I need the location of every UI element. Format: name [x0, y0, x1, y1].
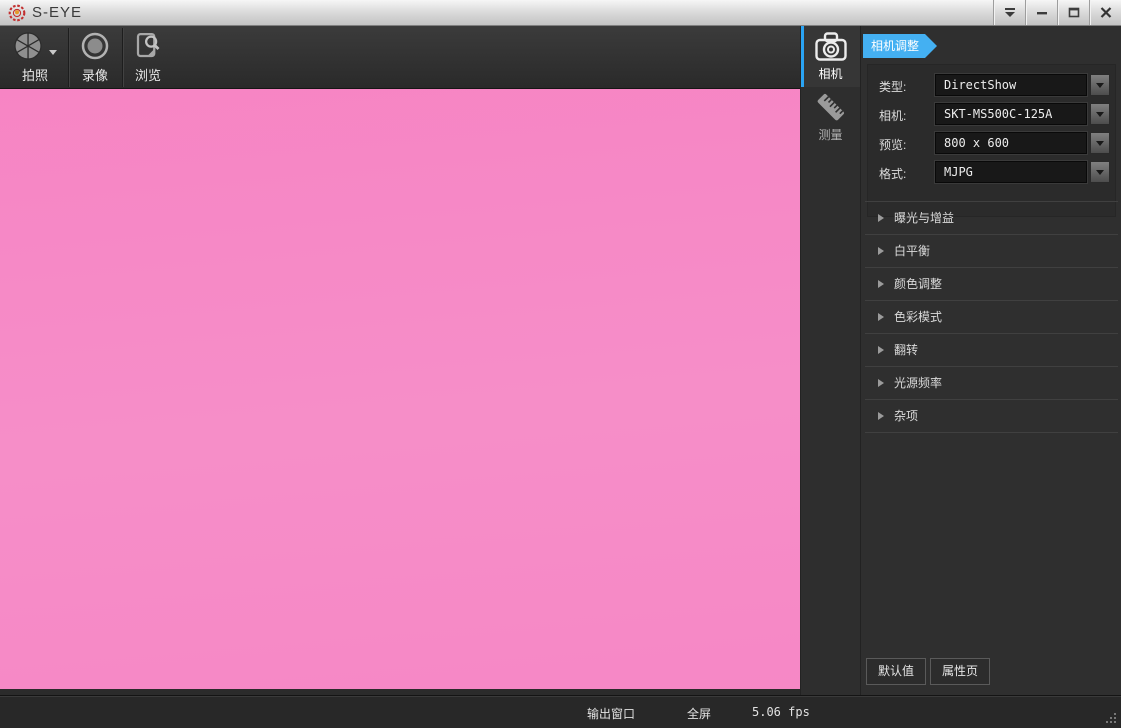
tab-camera[interactable]: 相机 — [801, 26, 860, 87]
maximize-button[interactable] — [1057, 0, 1089, 25]
section-exposure-gain[interactable]: 曝光与增益 — [865, 201, 1118, 234]
field-row-format: 格式: MJPG — [861, 161, 1121, 183]
browse-button[interactable]: 浏览 — [123, 29, 173, 86]
resolution-field-label: 预览: — [879, 138, 907, 152]
chevron-right-icon — [878, 280, 884, 288]
camera-icon — [814, 32, 847, 61]
window-title: S-EYE — [32, 4, 83, 21]
settings-panel: 相机调整 类型: DirectShow 相机: SKT-MS500C-125A … — [860, 26, 1121, 695]
properties-button[interactable]: 属性页 — [930, 658, 990, 685]
camera-dropdown-value: SKT-MS500C-125A — [944, 107, 1053, 121]
section-label: 白平衡 — [894, 244, 931, 258]
status-fps: 5.06 fps — [752, 705, 810, 719]
section-label: 曝光与增益 — [894, 211, 955, 225]
camera-preview — [0, 89, 800, 689]
tab-measure-label: 测量 — [818, 128, 843, 142]
section-flip[interactable]: 翻转 — [865, 333, 1118, 366]
field-row-resolution: 预览: 800 x 600 — [861, 132, 1121, 154]
section-white-balance[interactable]: 白平衡 — [865, 234, 1118, 267]
aperture-icon — [14, 32, 42, 60]
section-label: 杂项 — [894, 409, 919, 423]
section-misc[interactable]: 杂项 — [865, 399, 1118, 432]
resolution-dropdown-value: 800 x 600 — [944, 136, 1010, 150]
type-field-label: 类型: — [879, 80, 907, 94]
section-label: 翻转 — [894, 343, 919, 357]
section-color-adjust[interactable]: 颜色调整 — [865, 267, 1118, 300]
window-titlebar[interactable]: S-EYE — [0, 0, 1121, 26]
browse-icon — [136, 33, 160, 58]
section-divider — [865, 432, 1118, 433]
capture-dropdown-arrow-icon[interactable] — [49, 49, 57, 55]
format-field-label: 格式: — [879, 167, 907, 181]
menu-arrow-icon — [1004, 7, 1015, 17]
chevron-right-icon — [878, 214, 884, 222]
capture-button-label: 拍照 — [21, 68, 48, 83]
section-label: 光源频率 — [894, 376, 943, 390]
format-dropdown-arrow-button[interactable] — [1090, 161, 1110, 183]
ruler-icon — [817, 94, 844, 121]
section-label: 颜色调整 — [894, 277, 943, 291]
resolution-dropdown-arrow-button[interactable] — [1090, 132, 1110, 154]
status-output-window[interactable]: 输出窗口 — [587, 705, 635, 722]
record-icon — [81, 32, 109, 60]
browse-button-label: 浏览 — [134, 68, 161, 83]
tab-measure[interactable]: 测量 — [801, 87, 860, 148]
window-controls — [993, 0, 1121, 25]
section-light-frequency[interactable]: 光源频率 — [865, 366, 1118, 399]
tab-camera-label: 相机 — [818, 67, 843, 81]
app-logo-icon — [8, 4, 26, 22]
defaults-button[interactable]: 默认值 — [866, 658, 926, 685]
chevron-right-icon — [878, 379, 884, 387]
statusbar: 输出窗口 全屏 5.06 fps — [0, 695, 1121, 728]
camera-dropdown-arrow-button[interactable] — [1090, 103, 1110, 125]
app-window: { "window": { "title": "S-EYE", "control… — [0, 0, 1121, 728]
maximize-icon — [1068, 7, 1079, 18]
close-icon — [1100, 7, 1111, 18]
section-label: 色彩模式 — [894, 310, 943, 324]
camera-dropdown[interactable]: SKT-MS500C-125A — [935, 103, 1087, 125]
chevron-right-icon — [878, 313, 884, 321]
toolbar-separator — [68, 28, 69, 87]
camera-field-label: 相机: — [879, 109, 907, 123]
field-row-camera: 相机: SKT-MS500C-125A — [861, 103, 1121, 125]
format-dropdown-value: MJPG — [944, 165, 973, 179]
capture-button[interactable]: 拍照 — [5, 29, 65, 86]
format-dropdown[interactable]: MJPG — [935, 161, 1087, 183]
chevron-right-icon — [878, 412, 884, 420]
minimize-icon — [1036, 11, 1047, 14]
side-tabstrip: 相机 测量 — [800, 26, 860, 695]
type-dropdown-arrow-button[interactable] — [1090, 74, 1110, 96]
minimize-button[interactable] — [1025, 0, 1057, 25]
resolution-dropdown[interactable]: 800 x 600 — [935, 132, 1087, 154]
chevron-right-icon — [878, 247, 884, 255]
close-button[interactable] — [1089, 0, 1121, 25]
toolbar: 拍照 录像 浏览 — [0, 26, 800, 89]
type-dropdown[interactable]: DirectShow — [935, 74, 1087, 96]
type-dropdown-value: DirectShow — [944, 78, 1017, 92]
record-button-label: 录像 — [81, 68, 108, 83]
window-menu-button[interactable] — [993, 0, 1025, 25]
section-color-mode[interactable]: 色彩模式 — [865, 300, 1118, 333]
status-fullscreen[interactable]: 全屏 — [687, 705, 711, 722]
resize-grip[interactable] — [1114, 721, 1116, 723]
chevron-right-icon — [878, 346, 884, 354]
field-row-type: 类型: DirectShow — [861, 74, 1121, 96]
record-button[interactable]: 录像 — [70, 29, 120, 86]
panel-header-banner: 相机调整 — [863, 34, 938, 58]
